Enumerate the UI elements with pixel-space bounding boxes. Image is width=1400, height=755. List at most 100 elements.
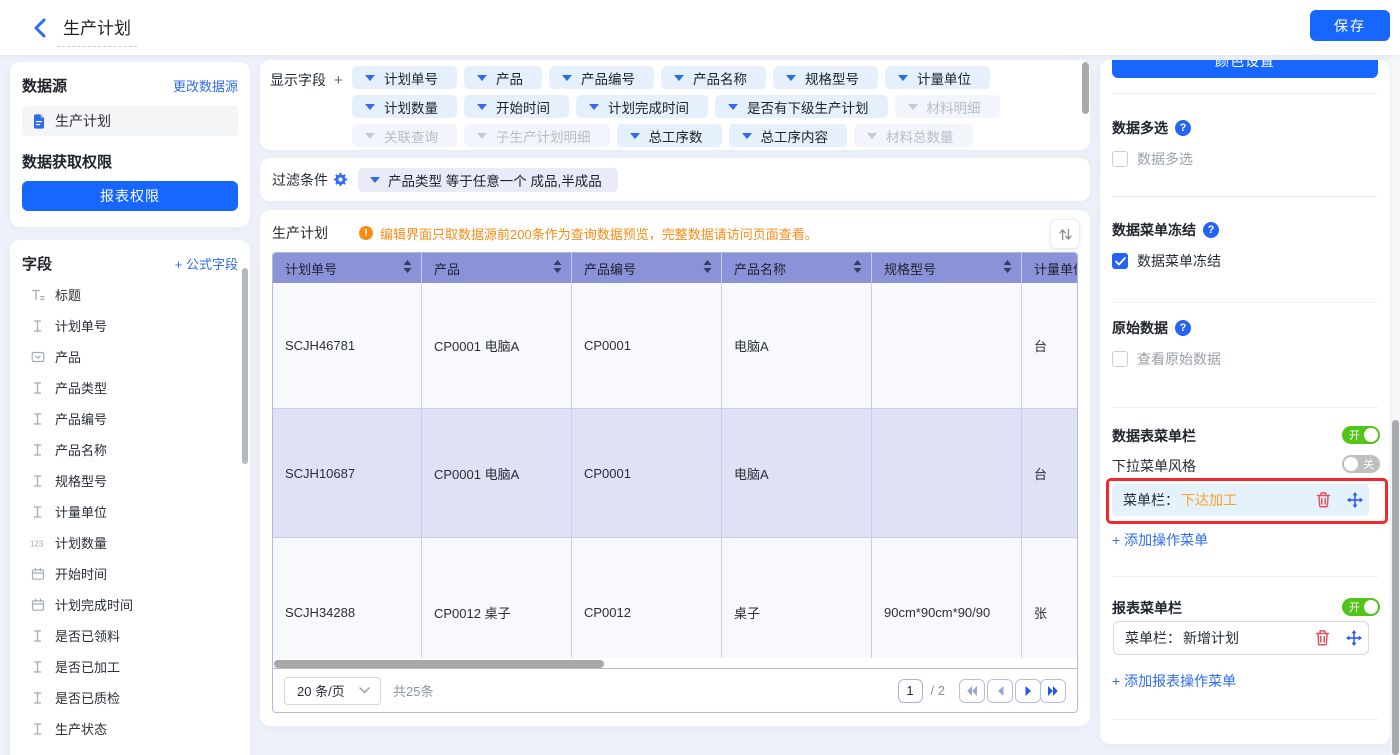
display-field-chip[interactable]: 计划数量 [352,95,457,118]
field-item[interactable]: 是否已质检 [22,682,238,713]
table-menu-toggle[interactable]: 开 [1342,426,1380,444]
field-item[interactable]: 产品编号 [22,403,238,434]
filter-condition-chip[interactable]: 产品类型 等于任意一个 成品,半成品 [358,168,618,192]
display-field-chip[interactable]: 关联查询 [352,124,457,147]
column-sort-icon[interactable] [853,260,862,277]
column-sort-icon[interactable] [1003,260,1012,277]
table-cell: CP0001 [572,283,722,409]
display-field-chip[interactable]: 总工序内容 [729,124,848,147]
help-icon[interactable]: ? [1203,222,1219,238]
multi-select-checkbox-row[interactable]: 数据多选 [1112,149,1193,169]
display-field-chip[interactable]: 计划完成时间 [576,95,708,118]
display-field-chip[interactable]: 是否有下级生产计划 [715,95,888,118]
prev-page-button[interactable] [987,679,1013,703]
toggle-knob [1364,600,1378,614]
divider [1112,196,1378,197]
display-field-chip[interactable]: 总工序数 [617,124,722,147]
display-field-chip[interactable]: 材料总数量 [854,124,973,147]
table-row[interactable]: SCJH46781CP0001 电脑ACP0001电脑A台 [273,283,1077,409]
hscroll-thumb[interactable] [274,660,604,668]
sort-order-button[interactable] [1050,219,1080,249]
checkbox-unchecked-icon[interactable] [1112,351,1128,367]
move-icon[interactable] [1346,492,1363,509]
table-body: SCJH46781CP0001 电脑ACP0001电脑A台SCJH10687CP… [273,283,1077,658]
chevron-down-icon [477,75,487,81]
color-settings-button[interactable]: 颜色设置 [1112,60,1378,78]
report-permission-button[interactable]: 报表权限 [22,181,238,211]
checkbox-checked-icon[interactable] [1112,253,1128,269]
page-title[interactable]: 生产计划 [57,12,137,47]
column-header[interactable]: 产品编号 [572,253,722,283]
page-size-select[interactable]: 20 条/页 [284,677,381,705]
delete-icon[interactable] [1315,492,1332,509]
back-button[interactable] [26,15,52,41]
field-item[interactable]: 123计划数量 [22,527,238,558]
display-field-chip[interactable]: 计量单位 [885,66,990,89]
display-field-chip[interactable]: 开始时间 [464,95,569,118]
change-datasource-link[interactable]: 更改数据源 [173,76,238,95]
add-table-menu-link[interactable]: + 添加操作菜单 [1112,530,1208,550]
field-item[interactable]: 生产状态 [22,713,238,744]
next-page-button[interactable] [1015,679,1041,703]
display-field-chip[interactable]: 产品编号 [549,66,654,89]
chevron-down-icon [477,104,487,110]
field-item[interactable]: 开始时间 [22,558,238,589]
display-field-chip[interactable]: 产品名称 [661,66,766,89]
report-menu-toggle[interactable]: 开 [1342,598,1380,616]
dropdown-style-toggle[interactable]: 关 [1342,455,1380,473]
display-field-chip[interactable]: 子生产计划明细 [464,124,610,147]
field-item[interactable]: 计划单号 [22,310,238,341]
field-item[interactable]: 计划完成时间 [22,589,238,620]
page-number-input[interactable]: 1 [898,679,923,703]
chevron-down-icon [477,133,487,139]
column-header[interactable]: 计量单位 [1022,253,1077,283]
display-field-chip[interactable]: 计划单号 [352,66,457,89]
field-item[interactable]: 产品类型 [22,372,238,403]
move-icon[interactable] [1345,630,1362,647]
raw-data-checkbox-row[interactable]: 查看原始数据 [1112,349,1221,369]
field-item[interactable]: 产品名称 [22,434,238,465]
display-field-chip[interactable]: 规格型号 [773,66,878,89]
help-icon[interactable]: ? [1175,320,1191,336]
field-item[interactable]: 规格型号 [22,465,238,496]
checkbox-unchecked-icon[interactable] [1112,151,1128,167]
table-row[interactable]: SCJH34288CP0012 桌子CP0012桌子90cm*90cm*90/9… [273,538,1077,658]
column-header[interactable]: 产品名称 [722,253,872,283]
add-report-menu-link[interactable]: + 添加报表操作菜单 [1112,671,1236,691]
text-icon [30,411,45,426]
fields-scrollbar[interactable] [242,268,248,464]
help-icon[interactable]: ? [1175,120,1191,136]
filter-label: 过滤条件 [272,170,328,190]
display-field-chip[interactable]: 材料明细 [895,95,1000,118]
page-scrollbar[interactable] [1391,55,1400,755]
filter-settings-gear-icon[interactable] [333,172,348,187]
display-field-chips: 计划单号产品产品编号产品名称规格型号计量单位计划数量开始时间计划完成时间是否有下… [352,66,1086,147]
formula-field-link[interactable]: + 公式字段 [175,254,238,273]
table-menu-item[interactable]: 菜单栏： 下达加工 [1112,484,1369,516]
column-header[interactable]: 产品 [422,253,572,283]
datasource-item[interactable]: 生产计划 [22,106,238,136]
page-scrollbar-thumb[interactable] [1392,420,1399,755]
save-button[interactable]: 保存 [1310,10,1390,41]
table-row[interactable]: SCJH10687CP0001 电脑ACP0001电脑A台 [273,409,1077,538]
column-header[interactable]: 计划单号 [273,253,422,283]
field-item[interactable]: 标题 [22,279,238,310]
menu-freeze-checkbox-row[interactable]: 数据菜单冻结 [1112,251,1221,271]
table-cell: 电脑A [722,283,872,409]
field-item[interactable]: 计量单位 [22,496,238,527]
column-sort-icon[interactable] [703,260,712,277]
report-menu-item[interactable]: 菜单栏： 新增计划 [1113,621,1369,655]
column-header[interactable]: 规格型号 [872,253,1022,283]
toggle-knob [1364,428,1378,442]
field-item[interactable]: 是否已领料 [22,620,238,651]
display-field-chip[interactable]: 产品 [464,66,542,89]
add-display-field-button[interactable]: + [334,72,343,89]
last-page-button[interactable] [1040,679,1066,703]
first-page-button[interactable] [959,679,985,703]
column-sort-icon[interactable] [403,260,412,277]
display-fields-scrollbar[interactable] [1082,62,1089,114]
field-item[interactable]: 产品 [22,341,238,372]
field-item[interactable]: 是否已加工 [22,651,238,682]
column-sort-icon[interactable] [553,260,562,277]
delete-icon[interactable] [1314,630,1331,647]
